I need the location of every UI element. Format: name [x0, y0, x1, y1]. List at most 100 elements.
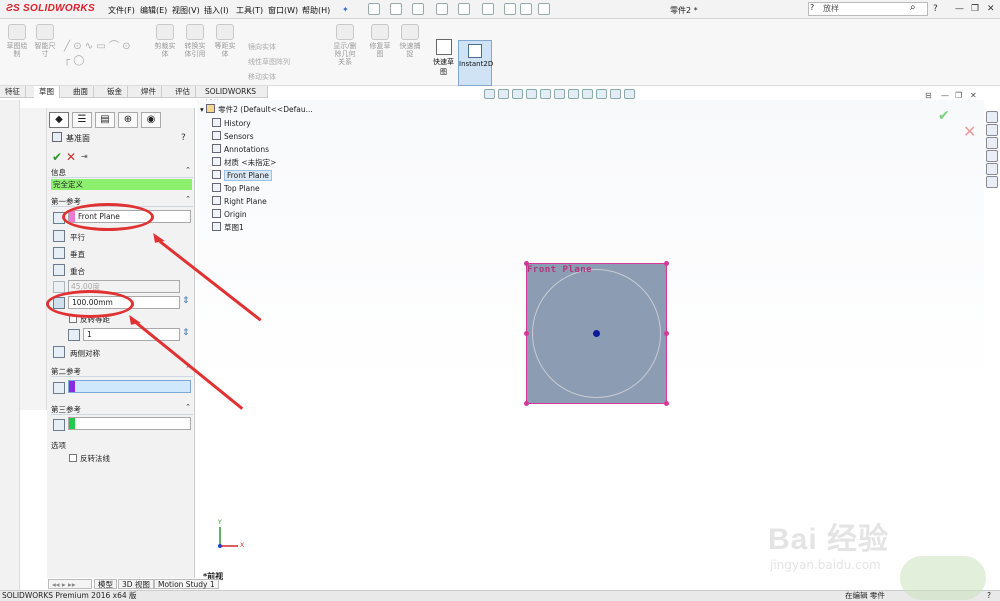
quick-sketch-button[interactable]: 快速草图	[430, 21, 457, 76]
tree-item-right-plane[interactable]: Right Plane	[212, 196, 267, 206]
second-reference-field[interactable]	[68, 380, 191, 393]
parallel-icon[interactable]	[53, 230, 65, 242]
confirm-ok-icon[interactable]: ✔	[938, 108, 950, 124]
view-palette-icon[interactable]	[986, 150, 998, 162]
dimxpert-tab-icon[interactable]: ⊕	[118, 112, 138, 128]
menu-help[interactable]: 帮助(H)	[302, 5, 330, 16]
collapse-icon[interactable]: ⌃	[185, 166, 191, 174]
tree-root[interactable]: ▾ 零件2 (Default<<Defau...	[200, 104, 313, 115]
tab-sheet-metal[interactable]: 钣金	[102, 86, 128, 98]
undo-icon[interactable]	[458, 3, 470, 15]
repair-sketch-button[interactable]: 修复草图	[367, 24, 393, 66]
tab-features[interactable]: 特征	[0, 86, 26, 98]
linear-pattern-item[interactable]: 线性草图阵列	[248, 57, 290, 67]
cancel-button[interactable]: ✕	[66, 150, 76, 164]
third-reference-field[interactable]	[68, 417, 191, 430]
instance-count-input[interactable]: 1	[83, 328, 180, 341]
design-library-icon[interactable]	[986, 124, 998, 136]
trim-button[interactable]: 剪裁实体	[152, 24, 178, 66]
plane-handle[interactable]	[524, 401, 529, 406]
mid-plane-icon[interactable]	[53, 346, 65, 358]
perpendicular-icon[interactable]	[53, 247, 65, 259]
viewport-restore-icon[interactable]: ⊟	[925, 91, 932, 100]
tree-item-annotations[interactable]: Annotations	[212, 144, 269, 154]
close-button[interactable]: ✕	[987, 4, 995, 14]
tree-item-origin[interactable]: Origin	[212, 209, 247, 219]
view-orientation-icon[interactable]	[540, 89, 551, 99]
help-icon[interactable]: ?	[181, 133, 186, 143]
plane-handle[interactable]	[664, 261, 669, 266]
edit-appearance-icon[interactable]	[582, 89, 593, 99]
tab-addins[interactable]: SOLIDWORKS 插件	[200, 86, 268, 108]
mirror-item[interactable]: 镜向实体	[248, 42, 276, 52]
move-item[interactable]: 移动实体	[248, 72, 276, 82]
rebuild-icon[interactable]	[504, 3, 516, 15]
tab-surfaces[interactable]: 曲面	[68, 86, 94, 98]
convert-button[interactable]: 转换实体引用	[182, 24, 208, 66]
file-props-icon[interactable]	[520, 3, 532, 15]
menu-insert[interactable]: 插入(I)	[204, 5, 229, 16]
tree-item-top-plane[interactable]: Top Plane	[212, 183, 260, 193]
flip-normal-checkbox[interactable]	[69, 454, 77, 462]
save-icon[interactable]	[412, 3, 424, 15]
tab-sketch[interactable]: 草图	[34, 86, 60, 98]
perpendicular-option[interactable]: 垂直	[70, 249, 85, 260]
pushpin-icon[interactable]: ⇥	[81, 152, 88, 161]
custom-properties-icon[interactable]	[986, 176, 998, 188]
status-help-icon[interactable]: ?	[987, 591, 991, 601]
tree-item-front-plane[interactable]: Front Plane	[212, 170, 272, 181]
minimize-button[interactable]: —	[955, 4, 964, 14]
select-icon[interactable]	[482, 3, 494, 15]
display-pane-icon[interactable]	[624, 89, 635, 99]
tree-item-history[interactable]: History	[212, 118, 251, 128]
tab-evaluate[interactable]: 评估	[170, 86, 196, 98]
solidworks-logo[interactable]: ƧS SOLIDWORKS	[6, 3, 95, 14]
origin-point[interactable]	[593, 330, 600, 337]
menu-tools[interactable]: 工具(T)	[236, 5, 263, 16]
display-manager-tab-icon[interactable]: ◉	[141, 112, 161, 128]
zoom-area-icon[interactable]	[498, 89, 509, 99]
print-icon[interactable]	[436, 3, 448, 15]
tree-item-sketch1[interactable]: 草图1	[212, 222, 244, 233]
collapse-icon[interactable]: ⌃	[185, 195, 191, 203]
restore-button[interactable]: ❐	[971, 4, 979, 14]
menu-view[interactable]: 视图(V)	[172, 5, 200, 16]
pin-icon[interactable]: ✦	[342, 5, 349, 14]
offset-button[interactable]: 等距实体	[212, 24, 238, 66]
plane-handle[interactable]	[664, 401, 669, 406]
tree-item-sensors[interactable]: Sensors	[212, 131, 254, 141]
search-icon[interactable]: ⌕	[910, 2, 916, 13]
menu-edit[interactable]: 编辑(E)	[140, 5, 167, 16]
relations-button[interactable]: 显示/删除几何关系	[332, 24, 358, 66]
quick-snaps-button[interactable]: 快速捕捉	[397, 24, 423, 66]
hide-show-icon[interactable]	[568, 89, 579, 99]
file-explorer-icon[interactable]	[986, 137, 998, 149]
tab-model[interactable]: 模型	[94, 579, 117, 589]
help-icon[interactable]: ?	[933, 4, 938, 14]
sketch-button[interactable]: 草图绘制	[4, 24, 30, 66]
angle-icon[interactable]	[53, 281, 65, 293]
property-manager-tab-icon[interactable]: ☰	[72, 112, 92, 128]
menu-file[interactable]: 文件(F)	[108, 5, 135, 16]
appearances-icon[interactable]	[986, 163, 998, 175]
collapse-icon[interactable]: ⌃	[185, 403, 191, 411]
mid-plane-option[interactable]: 两侧对称	[70, 348, 100, 359]
new-doc-icon[interactable]	[368, 3, 380, 15]
third-reference-header[interactable]: 第三参考 ⌃	[51, 403, 193, 415]
zoom-fit-icon[interactable]	[484, 89, 495, 99]
tab-motion-study[interactable]: Motion Study 1	[154, 579, 219, 589]
confirm-cancel-icon[interactable]: ✕	[963, 122, 976, 141]
coincident-icon[interactable]	[53, 264, 65, 276]
tree-item-material[interactable]: 材质 <未指定>	[212, 157, 276, 168]
options-header[interactable]: 选项	[51, 440, 66, 451]
config-manager-tab-icon[interactable]: ▤	[95, 112, 115, 128]
second-reference-header[interactable]: 第二参考 ⌃	[51, 365, 193, 377]
viewport-close-icon[interactable]: ✕	[970, 91, 977, 100]
view-settings-icon[interactable]	[610, 89, 621, 99]
scene-icon[interactable]	[596, 89, 607, 99]
viewport-maximize-icon[interactable]: ❐	[955, 91, 962, 100]
spin-stepper-icon[interactable]: ⇕	[182, 296, 190, 306]
count-stepper-icon[interactable]: ⇕	[182, 328, 190, 338]
plane-handle[interactable]	[524, 331, 529, 336]
display-style-icon[interactable]	[554, 89, 565, 99]
